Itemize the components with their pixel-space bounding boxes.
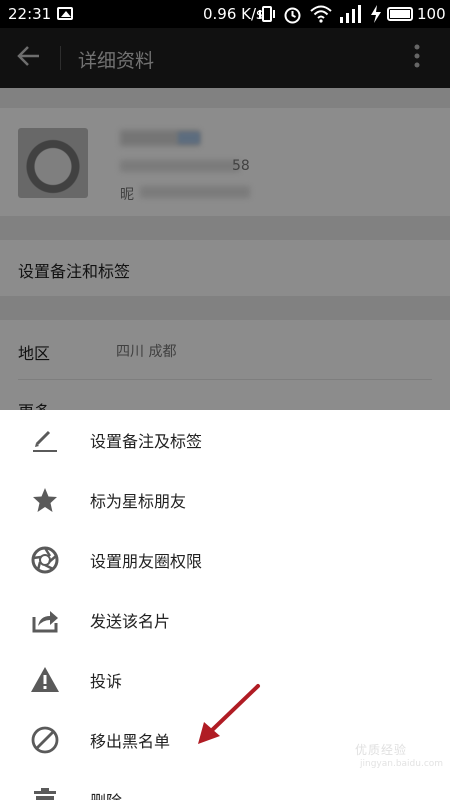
menu-item-label: 设置朋友圈权限 bbox=[90, 552, 203, 571]
menu-item-label: 删除 bbox=[90, 788, 122, 800]
menu-item-moments-permission[interactable]: 设置朋友圈权限 bbox=[0, 530, 450, 590]
trash-icon bbox=[30, 785, 60, 800]
menu-item-send-card[interactable]: 发送该名片 bbox=[0, 590, 450, 650]
annotation-arrow-icon bbox=[198, 684, 260, 744]
charging-icon bbox=[370, 5, 382, 27]
battery-icon bbox=[387, 7, 413, 21]
pencil-icon bbox=[30, 425, 60, 455]
star-icon bbox=[30, 485, 60, 515]
menu-item-label: 标为星标朋友 bbox=[90, 492, 187, 511]
status-bar: 22:31 0.96 K/s 100 bbox=[0, 0, 450, 28]
menu-item-label: 设置备注及标签 bbox=[90, 432, 203, 451]
menu-item-label: 投诉 bbox=[90, 672, 123, 691]
share-icon bbox=[30, 605, 60, 635]
alarm-icon bbox=[283, 5, 302, 28]
watermark-url: jingyan.baidu.com bbox=[360, 759, 444, 769]
warning-icon bbox=[30, 665, 60, 695]
aperture-icon bbox=[30, 545, 60, 575]
status-time: 22:31 bbox=[8, 5, 52, 23]
signal-icon bbox=[339, 5, 363, 27]
image-icon bbox=[57, 7, 73, 20]
menu-item-label: 移出黑名单 bbox=[90, 732, 171, 751]
menu-item-delete[interactable]: 删除 bbox=[0, 770, 450, 800]
menu-item-star-friend[interactable]: 标为星标朋友 bbox=[0, 470, 450, 530]
wifi-icon bbox=[310, 5, 332, 27]
menu-item-label: 发送该名片 bbox=[90, 612, 171, 631]
vibrate-icon bbox=[258, 5, 276, 27]
block-icon bbox=[30, 725, 60, 755]
battery-level: 100 bbox=[417, 5, 446, 23]
watermark: 优质经验 bbox=[355, 743, 408, 757]
menu-item-set-remark[interactable]: 设置备注及标签 bbox=[0, 410, 450, 470]
network-speed: 0.96 K/s bbox=[203, 5, 264, 23]
